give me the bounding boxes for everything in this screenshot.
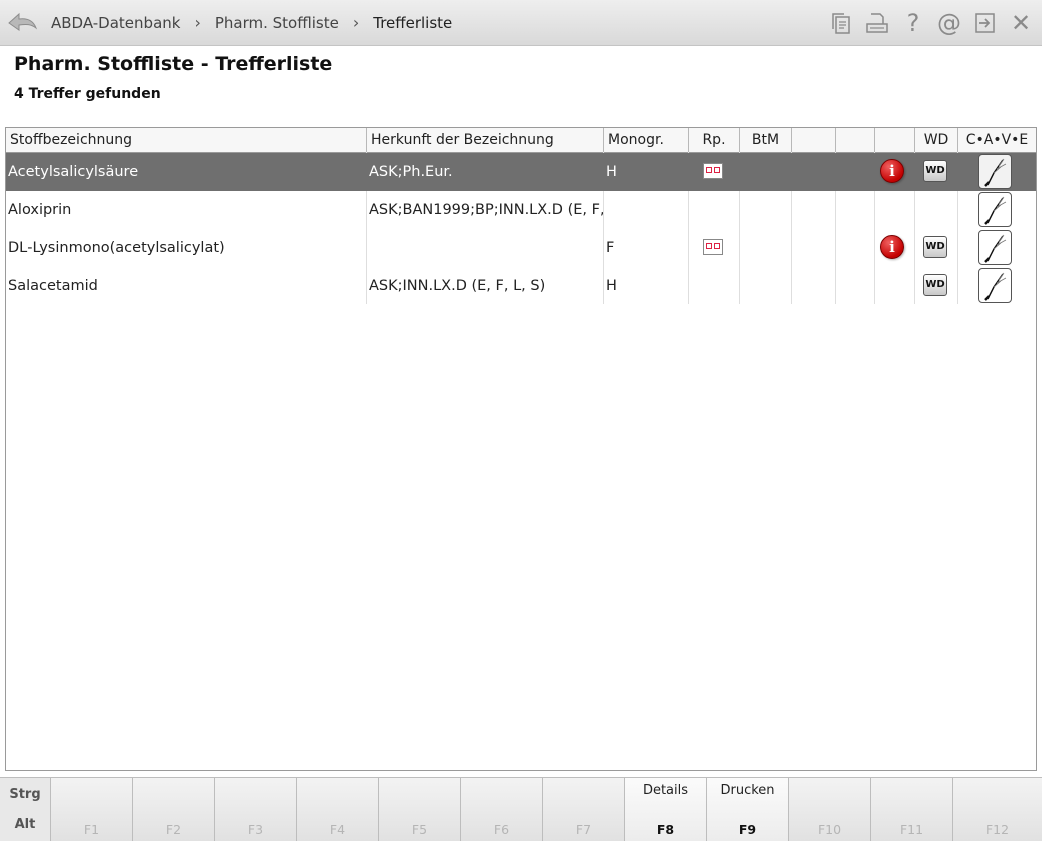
result-table: Stoffbezeichnung Herkunft der Bezeichnun… bbox=[5, 127, 1037, 771]
prescription-icon[interactable] bbox=[703, 239, 723, 255]
fkey-f5[interactable]: F5 bbox=[379, 778, 461, 841]
name-prefix: DL bbox=[8, 240, 28, 256]
fkey-f9-drucken[interactable]: Drucken F9 bbox=[707, 778, 789, 841]
back-arrow-icon[interactable] bbox=[5, 8, 39, 36]
page-title: Pharm. Stoffliste - Trefferliste bbox=[14, 53, 333, 75]
fkey-f4[interactable]: F4 bbox=[297, 778, 379, 841]
cave-icon[interactable] bbox=[978, 192, 1012, 227]
col-header-rp[interactable]: Rp. bbox=[689, 128, 740, 152]
cell-stoffbezeichnung: Salacetamid bbox=[8, 278, 98, 294]
col-header-monogr[interactable]: Monogr. bbox=[604, 128, 689, 152]
breadcrumb-trefferliste: Trefferliste bbox=[373, 13, 453, 32]
cell-monogr bbox=[604, 191, 688, 229]
col-header-cave[interactable]: C•A•V•E bbox=[958, 128, 1036, 152]
cell-herkunft: ASK;INN.LX.D (E, F, L, S) bbox=[369, 278, 546, 294]
cell-monogr: H bbox=[606, 278, 617, 294]
fkey-f7[interactable]: F7 bbox=[543, 778, 625, 841]
modifier-strg[interactable]: Strg bbox=[0, 787, 50, 802]
cell-stoffbezeichnung: Aloxiprin bbox=[8, 202, 72, 218]
export-icon[interactable] bbox=[972, 10, 998, 36]
col-header-empty-1[interactable] bbox=[792, 128, 836, 152]
cell-stoffbezeichnung: DL-Lysinmono(acetylsalicylat) bbox=[8, 240, 225, 256]
toolbar: ? @ ✕ bbox=[818, 0, 1034, 45]
col-header-empty-3[interactable] bbox=[875, 128, 915, 152]
col-header-stoffbezeichnung[interactable]: Stoffbezeichnung bbox=[6, 128, 367, 152]
cell-herkunft bbox=[367, 229, 603, 267]
col-header-btm[interactable]: BtM bbox=[740, 128, 792, 152]
title-bar: ABDA-Datenbank › Pharm. Stoffliste › Tre… bbox=[0, 0, 1042, 46]
cell-herkunft: ASK;BAN1999;BP;INN.LX.D (E, F, L, S bbox=[369, 202, 603, 218]
cell-monogr: H bbox=[606, 164, 617, 180]
info-icon[interactable]: i bbox=[880, 159, 904, 183]
table-header: Stoffbezeichnung Herkunft der Bezeichnun… bbox=[6, 128, 1036, 153]
wd-icon[interactable]: WD bbox=[923, 236, 947, 258]
fkey-f3[interactable]: F3 bbox=[215, 778, 297, 841]
help-icon[interactable]: ? bbox=[900, 10, 926, 36]
modifier-keys: Strg Alt bbox=[0, 778, 51, 841]
table-row[interactable]: Salacetamid ASK;INN.LX.D (E, F, L, S) H … bbox=[6, 267, 1036, 305]
wd-icon[interactable]: WD bbox=[923, 160, 947, 182]
chevron-right-icon: › bbox=[194, 13, 201, 32]
fkey-f12[interactable]: F12 bbox=[953, 778, 1042, 841]
table-row[interactable]: Aloxiprin ASK;BAN1999;BP;INN.LX.D (E, F,… bbox=[6, 191, 1036, 229]
cave-icon[interactable] bbox=[978, 268, 1012, 303]
cave-icon[interactable] bbox=[978, 154, 1012, 189]
cell-monogr: F bbox=[606, 240, 615, 256]
table-row[interactable]: Acetylsalicylsäure ASK;Ph.Eur. H i WD bbox=[6, 153, 1036, 191]
fkey-f2[interactable]: F2 bbox=[133, 778, 215, 841]
fkey-f11[interactable]: F11 bbox=[871, 778, 953, 841]
cave-icon[interactable] bbox=[978, 230, 1012, 265]
email-icon[interactable]: @ bbox=[936, 10, 962, 36]
copy-icon[interactable] bbox=[828, 10, 854, 36]
breadcrumb-abda-datenbank[interactable]: ABDA-Datenbank bbox=[51, 14, 180, 32]
cell-stoffbezeichnung: Acetylsalicylsäure bbox=[8, 164, 139, 180]
table-row[interactable]: DL-Lysinmono(acetylsalicylat) F i WD bbox=[6, 229, 1036, 267]
fkey-f6[interactable]: F6 bbox=[461, 778, 543, 841]
prescription-icon[interactable] bbox=[703, 163, 723, 179]
breadcrumb: ABDA-Datenbank › Pharm. Stoffliste › Tre… bbox=[51, 0, 452, 45]
col-header-herkunft[interactable]: Herkunft der Bezeichnung bbox=[367, 128, 604, 152]
cell-herkunft: ASK;Ph.Eur. bbox=[369, 164, 453, 180]
fkey-f10[interactable]: F10 bbox=[789, 778, 871, 841]
function-key-bar: Strg Alt F1 F2 F3 F4 F5 F6 F7 Details F8 … bbox=[0, 777, 1042, 841]
print-icon[interactable] bbox=[864, 10, 890, 36]
col-header-empty-2[interactable] bbox=[836, 128, 875, 152]
chevron-right-icon: › bbox=[352, 13, 360, 32]
fkey-f1[interactable]: F1 bbox=[51, 778, 133, 841]
modifier-alt[interactable]: Alt bbox=[0, 817, 50, 832]
wd-icon[interactable]: WD bbox=[923, 274, 947, 296]
fkey-f8-details[interactable]: Details F8 bbox=[625, 778, 707, 841]
hit-count: 4 Treffer gefunden bbox=[14, 86, 161, 102]
col-header-wd[interactable]: WD bbox=[915, 128, 958, 152]
info-icon[interactable]: i bbox=[880, 235, 904, 259]
close-icon[interactable]: ✕ bbox=[1008, 10, 1034, 36]
breadcrumb-pharm-stoffliste[interactable]: Pharm. Stoffliste bbox=[215, 14, 339, 32]
